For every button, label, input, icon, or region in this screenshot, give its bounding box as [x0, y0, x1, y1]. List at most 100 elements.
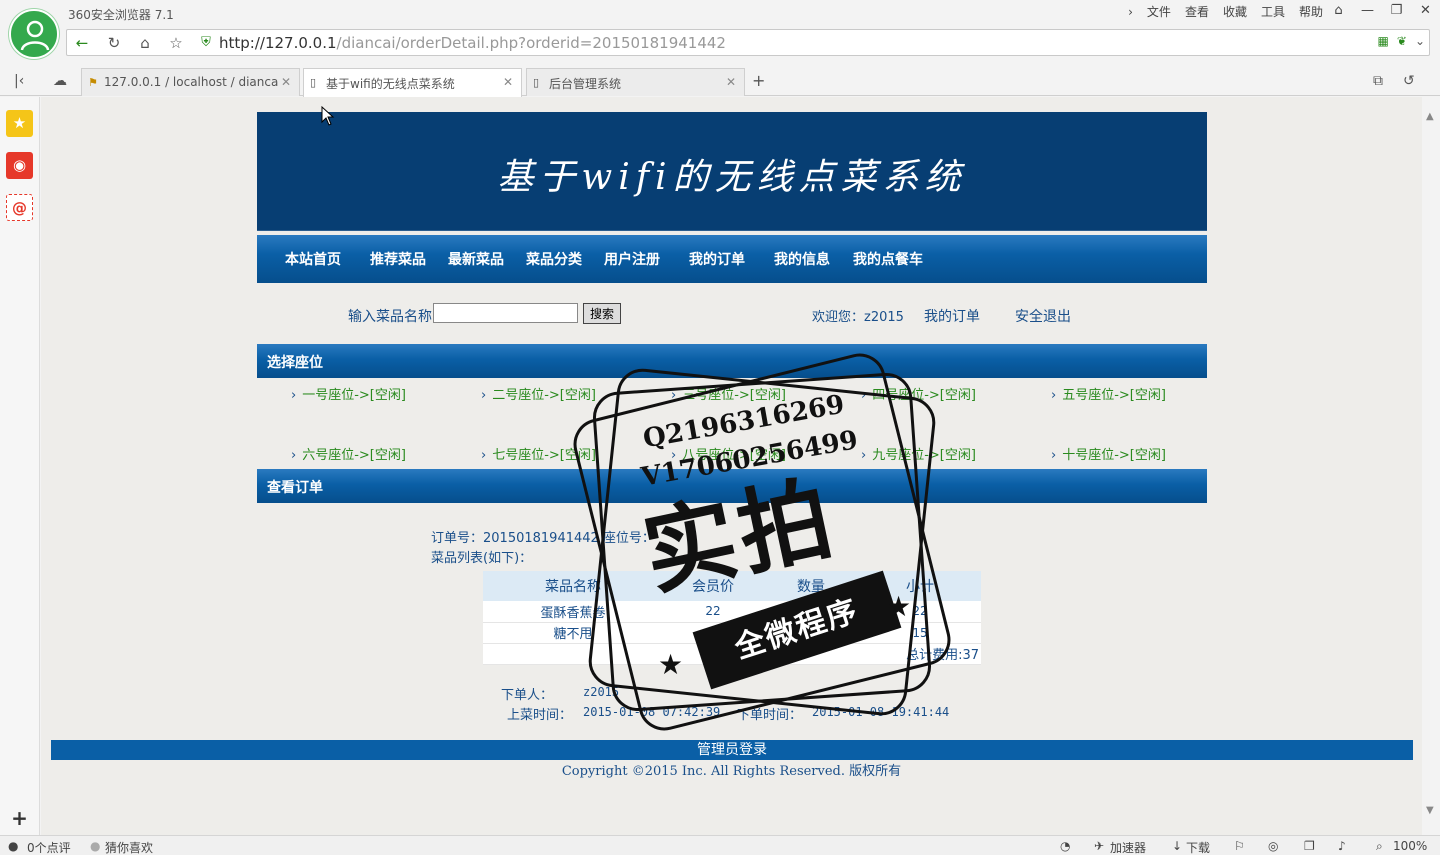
cell-price: 15	[663, 622, 763, 644]
window-icon[interactable]: ❐	[1304, 839, 1315, 853]
seat-10[interactable]: 十号座位->[空闲]	[1051, 444, 1166, 463]
close-icon[interactable]: ✕	[281, 75, 291, 89]
address-bar: ← ↻ ⌂ ☆ ⛨ http://127.0.0.1/diancai/order…	[66, 29, 1430, 56]
seat-9[interactable]: 九号座位->[空闲]	[861, 444, 976, 463]
nav-my-info[interactable]: 我的信息	[774, 249, 830, 269]
section-title: 选择座位	[267, 355, 323, 371]
window-controls: ⌂ — ❐ ✕	[1324, 0, 1440, 24]
search-button[interactable]: 搜索	[583, 303, 621, 324]
my-orders-link[interactable]: 我的订单	[924, 306, 980, 326]
order-number: 订单号：20150181941442 座位号：	[431, 531, 655, 546]
seat-3[interactable]: 三号座位->[空闲]	[671, 384, 786, 403]
seat-7[interactable]: 七号座位->[空闲]	[481, 444, 596, 463]
page-icon: ▯	[310, 76, 317, 89]
menu-file[interactable]: 文件	[1140, 4, 1178, 20]
seat-4[interactable]: 四号座位->[空闲]	[861, 384, 976, 403]
menu-view[interactable]: 查看	[1178, 4, 1216, 20]
scroll-down-icon[interactable]: ▼	[1426, 805, 1434, 816]
new-tab-button[interactable]: +	[752, 71, 765, 90]
close-icon[interactable]: ✕	[1411, 0, 1440, 24]
tab-label: 基于wifi的无线点菜系统	[326, 77, 455, 91]
tab-ordering-system[interactable]: ▯ 基于wifi的无线点菜系统 ✕	[303, 68, 522, 97]
minimize-icon[interactable]: —	[1353, 0, 1382, 24]
top-menu: › 文件 查看 收藏 工具 帮助	[1121, 4, 1330, 20]
maximize-icon[interactable]: ❐	[1382, 0, 1411, 24]
table-header-row: 菜品名称 会员价 数量 小计	[483, 571, 981, 601]
sound-icon[interactable]: ♪	[1338, 839, 1346, 853]
scroll-up-icon[interactable]: ▲	[1426, 111, 1434, 122]
nav-newest[interactable]: 最新菜品	[448, 249, 504, 269]
site-title: 基于wifi的无线点菜系统	[497, 157, 967, 198]
guess-you-like[interactable]: 猜你喜欢	[105, 839, 153, 855]
home-icon[interactable]: ⌂	[134, 33, 156, 53]
tab-bar: |‹ ☁ ⚑ 127.0.0.1 / localhost / dianca ✕ …	[0, 67, 1440, 97]
mail-icon[interactable]: @	[6, 194, 33, 221]
flag-icon[interactable]: ⚐	[1234, 839, 1245, 853]
history-icon[interactable]: ◔	[1060, 839, 1070, 853]
seat-8[interactable]: 八号座位->[空闲]	[671, 444, 786, 463]
seat-5[interactable]: 五号座位->[空闲]	[1051, 384, 1166, 403]
add-sidebar-icon[interactable]: +	[6, 805, 33, 832]
browser-icon[interactable]: ◎	[1268, 839, 1278, 853]
nav-recommended[interactable]: 推荐菜品	[370, 249, 426, 269]
cell-price: 22	[663, 601, 763, 623]
admin-login-link[interactable]: 管理员登录	[697, 742, 767, 758]
logout-link[interactable]: 安全退出	[1015, 306, 1071, 326]
zoom-icon: ⌕	[1376, 839, 1383, 853]
cloud-icon[interactable]: ☁	[53, 73, 67, 89]
user-avatar[interactable]	[9, 9, 59, 59]
refresh-icon[interactable]: ↻	[103, 33, 125, 53]
order-items-table: 菜品名称 会员价 数量 小计 蛋酥香蕉卷 22 1 22 糖不甩 15 1 15…	[483, 571, 981, 665]
nav-categories[interactable]: 菜品分类	[526, 249, 582, 269]
order-section-header: 查看订单	[257, 469, 1207, 503]
orderer-value: z2015	[583, 685, 620, 699]
leaf-icon[interactable]: ❦	[1397, 34, 1407, 48]
url-field[interactable]: http://127.0.0.1/diancai/orderDetail.php…	[219, 34, 726, 52]
zoom-level[interactable]: 100%	[1393, 839, 1427, 853]
skin-icon[interactable]: ⌂	[1324, 0, 1353, 24]
search-input[interactable]	[433, 303, 578, 323]
close-icon[interactable]: ✕	[726, 75, 736, 89]
close-icon[interactable]: ✕	[503, 75, 513, 89]
orderer-label: 下单人：	[501, 688, 554, 703]
back-icon[interactable]: ←	[71, 33, 93, 53]
menu-arrow-icon[interactable]: ›	[1121, 4, 1140, 20]
title-bar: 360安全浏览器 7.1 › 文件 查看 收藏 工具 帮助 ⌂ — ❐ ✕	[0, 0, 1440, 28]
nav-home[interactable]: 本站首页	[285, 249, 341, 269]
seat-2[interactable]: 二号座位->[空闲]	[481, 384, 596, 403]
download-button[interactable]: 下载	[1186, 839, 1210, 855]
seat-6[interactable]: 六号座位->[空闲]	[291, 444, 406, 463]
cell-subtotal: 15	[859, 622, 981, 644]
tab-admin-system[interactable]: ▯ 后台管理系统 ✕	[526, 68, 745, 96]
tab-phpmyadmin[interactable]: ⚑ 127.0.0.1 / localhost / dianca ✕	[81, 68, 300, 96]
chevron-down-icon[interactable]: ⌄	[1415, 34, 1425, 48]
nav-my-orders[interactable]: 我的订单	[689, 249, 745, 269]
app-title: 360安全浏览器 7.1	[68, 8, 174, 22]
main-nav: 本站首页 推荐菜品 最新菜品 菜品分类 用户注册 我的订单 我的信息 我的点餐车	[257, 235, 1207, 283]
comments-count[interactable]: 0个点评	[27, 839, 71, 855]
seat-1[interactable]: 一号座位->[空闲]	[291, 384, 406, 403]
tab-list-icon[interactable]: ⧉	[1373, 73, 1383, 89]
order-time-label: 下单时间：	[737, 708, 803, 723]
order-info: 订单号：20150181941442 座位号： 菜品列表(如下)：	[431, 529, 655, 569]
nav-register[interactable]: 用户注册	[604, 249, 660, 269]
menu-tools[interactable]: 工具	[1254, 4, 1292, 20]
weibo-icon[interactable]: ◉	[6, 152, 33, 179]
qrcode-icon[interactable]: ▦	[1378, 34, 1389, 48]
mouse-cursor-icon	[321, 106, 335, 126]
col-subtotal: 小计	[859, 571, 981, 601]
tab-back-icon[interactable]: |‹	[14, 73, 24, 89]
vertical-scrollbar[interactable]: ▲ ▼	[1422, 97, 1440, 835]
accelerator-button[interactable]: 加速器	[1110, 839, 1146, 855]
guess-icon: ●	[90, 839, 101, 853]
menu-favorites[interactable]: 收藏	[1216, 4, 1254, 20]
user-icon	[20, 20, 50, 51]
nav-cart[interactable]: 我的点餐车	[853, 249, 923, 269]
footer-bar: 管理员登录	[51, 740, 1413, 760]
favorites-star-icon[interactable]: ★	[6, 110, 33, 137]
star-icon[interactable]: ☆	[165, 33, 187, 53]
cell-quantity: 1	[763, 622, 859, 644]
table-row: 蛋酥香蕉卷 22 1 22	[483, 601, 981, 623]
cell-dish-name: 蛋酥香蕉卷	[483, 601, 663, 623]
undo-close-icon[interactable]: ↺	[1403, 73, 1415, 89]
